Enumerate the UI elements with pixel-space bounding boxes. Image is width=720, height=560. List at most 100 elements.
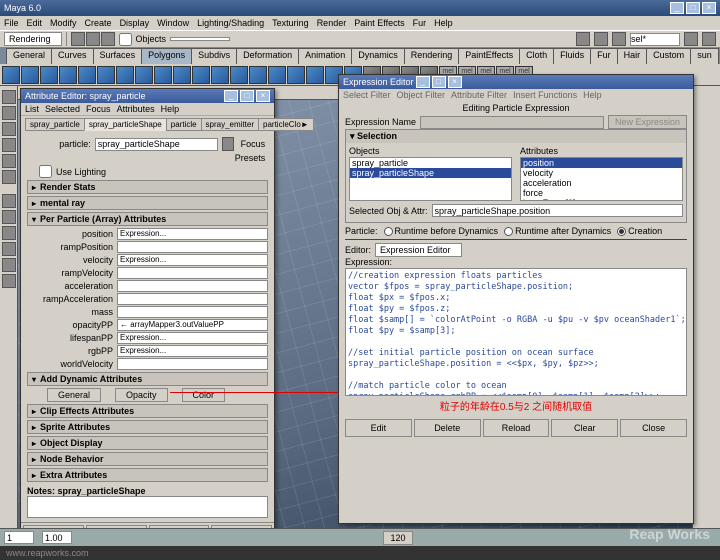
channel-box[interactable] [692,86,720,556]
shelf-icon[interactable] [173,66,191,84]
tool-icon[interactable] [594,32,608,46]
list-item[interactable]: position [521,158,682,168]
pp-attr-field[interactable] [117,293,268,305]
pp-attr-field[interactable]: Expression... [117,345,268,357]
particle-name-field[interactable] [95,138,218,151]
menu-paint effects[interactable]: Paint Effects [354,18,404,28]
shelf-icon[interactable] [211,66,229,84]
pp-attr-field[interactable]: Expression... [117,332,268,344]
attr-menu-help[interactable]: Help [161,104,180,114]
shelf-tab-hair[interactable]: Hair [617,48,648,64]
dyn-color-button[interactable]: Color [182,388,226,402]
minimize-button[interactable]: _ [670,2,684,14]
list-item[interactable]: acceleration [521,178,682,188]
use-lighting-checkbox[interactable] [39,165,52,178]
menu-lighting/shading[interactable]: Lighting/Shading [197,18,264,28]
shelf-icon[interactable] [97,66,115,84]
expr-clear-button[interactable]: Clear [551,419,618,437]
expr-ed-titlebar[interactable]: Expression Editor _ □ × [339,75,693,89]
attr-tab[interactable]: spray_emitter [201,118,259,131]
tool-icon[interactable] [576,32,590,46]
shelf-tab-dynamics[interactable]: Dynamics [351,48,405,64]
shelf-tab-animation[interactable]: Animation [298,48,352,64]
expression-textarea[interactable]: //creation expression floats particles v… [345,268,687,396]
pp-attr-field[interactable]: Expression... [117,254,268,266]
list-item[interactable]: velocity [521,168,682,178]
list-item[interactable]: force [521,188,682,198]
shelf-icon[interactable] [268,66,286,84]
menu-texturing[interactable]: Texturing [272,18,309,28]
shelf-tab-fur[interactable]: Fur [590,48,618,64]
list-item[interactable]: spray_particle [350,158,511,168]
attr-tab[interactable]: spray_particleShape [84,118,167,131]
expr-menu-item[interactable]: Object Filter [397,90,446,100]
menu-window[interactable]: Window [157,18,189,28]
editor-dropdown[interactable]: Expression Editor [375,243,462,257]
objects-dropdown[interactable] [170,37,230,41]
shelf-icon[interactable] [135,66,153,84]
pp-attr-field[interactable]: ← arrayMapper3.outValuePP [117,319,268,331]
layout-icon[interactable] [2,226,16,240]
shelf-tab-rendering[interactable]: Rendering [404,48,460,64]
shelf-icon[interactable] [21,66,39,84]
shelf-icon[interactable] [2,66,20,84]
tool-icon[interactable] [684,32,698,46]
pp-attr-field[interactable] [117,358,268,370]
mode-dropdown[interactable]: Rendering [4,32,62,46]
menu-display[interactable]: Display [120,18,150,28]
node-behavior-section[interactable]: Node Behavior [27,452,268,466]
sel-field[interactable] [630,33,680,46]
maximize-button[interactable]: □ [686,2,700,14]
pp-attr-field[interactable] [117,267,268,279]
shelf-icon[interactable] [78,66,96,84]
timeline[interactable]: 120 [0,528,720,546]
sprite-section[interactable]: Sprite Attributes [27,420,268,434]
shelf-tab-deformation[interactable]: Deformation [236,48,299,64]
attr-ed-titlebar[interactable]: Attribute Editor: spray_particle _ □ × [21,89,274,103]
move-tool-icon[interactable] [2,122,16,136]
shelf-tab-custom[interactable]: Custom [646,48,691,64]
new-expr-button[interactable]: New Expression [608,115,687,129]
shelf-icon[interactable] [306,66,324,84]
connect-icon[interactable] [222,137,234,151]
layout-icon[interactable] [2,210,16,224]
expr-menu-item[interactable]: Attribute Filter [451,90,507,100]
close-button[interactable]: × [702,2,716,14]
shelf-tab-polygons[interactable]: Polygons [141,48,192,64]
attr-ed-max-button[interactable]: □ [240,90,254,102]
expr-ed-max-button[interactable]: □ [432,76,446,88]
expr-edit-button[interactable]: Edit [345,419,412,437]
shelf-tab-subdivs[interactable]: Subdivs [191,48,237,64]
attr-tab[interactable]: spray_particle [25,118,85,131]
rotate-tool-icon[interactable] [2,138,16,152]
status-icon[interactable] [71,32,85,46]
extra-section[interactable]: Extra Attributes [27,468,268,482]
shelf-tab-fluids[interactable]: Fluids [553,48,591,64]
lasso-tool-icon[interactable] [2,106,16,120]
status-icon[interactable] [101,32,115,46]
range-start-field[interactable] [4,531,34,544]
shelf-tab-surfaces[interactable]: Surfaces [93,48,143,64]
status-icon[interactable] [86,32,100,46]
shelf-tab-curves[interactable]: Curves [51,48,94,64]
layout-icon[interactable] [2,194,16,208]
shelf-icon[interactable] [287,66,305,84]
expr-close-button[interactable]: Close [620,419,687,437]
expr-menu-item[interactable]: Insert Functions [513,90,577,100]
sel-obj-field[interactable] [432,204,683,217]
menu-create[interactable]: Create [85,18,112,28]
menu-help[interactable]: Help [434,18,453,28]
layout-icon[interactable] [2,274,16,288]
show-manip-icon[interactable] [2,170,16,184]
list-item[interactable]: inputForce[0] [521,198,682,201]
presets-button[interactable]: Presets [232,153,268,163]
shelf-icon[interactable] [249,66,267,84]
attributes-listbox[interactable]: positionvelocityaccelerationforceinputFo… [520,157,683,201]
attr-tab[interactable]: particleClo► [258,118,314,131]
shelf-icon[interactable] [230,66,248,84]
select-tool-icon[interactable] [2,90,16,104]
objects-checkbox[interactable] [119,33,132,46]
shelf-icon[interactable] [40,66,58,84]
expr-menu-item[interactable]: Help [583,90,602,100]
list-item[interactable]: spray_particleShape [350,168,511,178]
